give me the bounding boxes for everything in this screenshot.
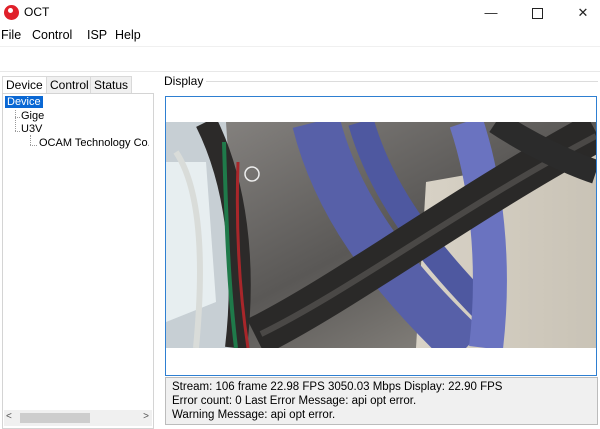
scrollbar-thumb[interactable] bbox=[20, 413, 90, 423]
scroll-right-icon[interactable]: > bbox=[143, 411, 149, 422]
tree-node-camera[interactable]: OCAM Technology Co., L bbox=[39, 137, 149, 149]
menu-divider bbox=[0, 46, 600, 47]
camera-frame-image bbox=[166, 122, 596, 348]
camera-video-feed[interactable] bbox=[166, 122, 596, 348]
title-bar: OCT — ✕ bbox=[0, 0, 600, 26]
tree-node-gige[interactable]: Gige bbox=[21, 110, 44, 122]
menu-bar: File Control ISP Help bbox=[0, 27, 600, 45]
display-frame bbox=[165, 96, 597, 376]
warning-status-text: Warning Message: api opt error. bbox=[172, 409, 336, 421]
app-logo-icon bbox=[4, 5, 19, 20]
window-title: OCT bbox=[24, 5, 50, 19]
toolbar-divider bbox=[0, 71, 600, 72]
display-label: Display bbox=[164, 74, 207, 88]
tree-connector bbox=[15, 110, 16, 131]
scroll-left-icon[interactable]: < bbox=[6, 411, 12, 422]
menu-control[interactable]: Control bbox=[32, 28, 72, 42]
tree-node-u3v[interactable]: U3V bbox=[21, 123, 42, 135]
error-status-text: Error count: 0 Last Error Message: api o… bbox=[172, 395, 417, 407]
close-button[interactable]: ✕ bbox=[560, 0, 600, 26]
menu-file[interactable]: File bbox=[1, 28, 21, 42]
stream-status-text: Stream: 106 frame 22.98 FPS 3050.03 Mbps… bbox=[172, 381, 503, 393]
menu-isp[interactable]: ISP bbox=[87, 28, 107, 42]
tree-connector bbox=[30, 145, 37, 146]
tab-device[interactable]: Device bbox=[2, 76, 47, 94]
maximize-icon bbox=[531, 8, 543, 20]
tab-control[interactable]: Control bbox=[46, 76, 93, 93]
horizontal-scrollbar[interactable]: < > bbox=[4, 410, 152, 426]
tree-connector bbox=[15, 131, 20, 132]
display-group-border bbox=[201, 81, 598, 82]
status-panel: Stream: 106 frame 22.98 FPS 3050.03 Mbps… bbox=[165, 377, 598, 425]
tree-node-device[interactable]: Device bbox=[5, 96, 43, 108]
tree-connector bbox=[30, 135, 31, 145]
maximize-button[interactable] bbox=[514, 0, 560, 26]
minimize-button[interactable]: — bbox=[468, 0, 514, 26]
device-tree: Device Gige U3V OCAM Technology Co., L <… bbox=[2, 93, 154, 429]
tree-connector bbox=[15, 117, 20, 118]
tab-status[interactable]: Status bbox=[90, 76, 133, 93]
menu-help[interactable]: Help bbox=[115, 28, 141, 42]
